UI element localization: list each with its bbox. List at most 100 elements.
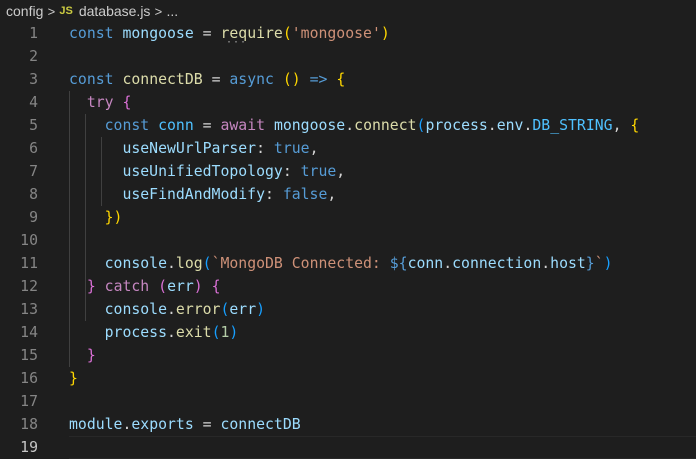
code-token: async [229, 71, 274, 88]
code-line[interactable]: 4 try { [0, 91, 696, 114]
code-text: } catch (err) { [69, 275, 221, 298]
code-token: mongoose [273, 117, 346, 134]
breadcrumb-folder[interactable]: config [0, 3, 43, 19]
breadcrumb-symbols[interactable]: ... [166, 3, 178, 19]
code-token: exports [131, 416, 194, 433]
code-line[interactable]: 9 }) [0, 206, 696, 229]
line-number: 9 [29, 209, 38, 226]
code-token: ` [594, 255, 604, 272]
line-number: 3 [29, 71, 38, 88]
code-token: module [69, 416, 123, 433]
code-line[interactable]: 12 } catch (err) { [0, 275, 696, 298]
code-line[interactable]: 7 useUnifiedTopology: true, [0, 160, 696, 183]
breadcrumb: config > JS database.js > ... [0, 0, 696, 22]
code-token: . [541, 255, 551, 272]
code-token: = [202, 71, 230, 88]
code-token: connect [354, 117, 417, 134]
code-line[interactable]: 18 module.exports = connectDB [0, 413, 696, 436]
breadcrumb-file[interactable]: JS database.js [59, 3, 150, 19]
code-token: ) [603, 255, 613, 272]
code-token: ) [193, 278, 203, 295]
code-editor[interactable]: ··· 1 const mongoose = require('mongoose'… [0, 22, 696, 459]
code-text: const conn = await mongoose.connect(proc… [69, 114, 640, 137]
line-number: 19 [20, 439, 38, 456]
code-line[interactable]: 13 console.error(err) [0, 298, 696, 321]
line-number: 1 [29, 25, 38, 42]
code-token: } [585, 255, 595, 272]
breadcrumb-file-label: database.js [78, 3, 151, 19]
code-token: exit [175, 324, 212, 341]
chevron-right-icon: > [154, 3, 163, 19]
code-text: } [69, 344, 96, 367]
code-token: log [175, 255, 203, 272]
code-token: , [336, 163, 346, 180]
code-line[interactable]: 14 process.exit(1) [0, 321, 696, 344]
code-line[interactable]: 19 [0, 436, 696, 459]
line-number: 4 [29, 94, 38, 111]
code-line[interactable]: 5 const conn = await mongoose.connect(pr… [0, 114, 696, 137]
code-line[interactable]: 17 [0, 390, 696, 413]
code-token: connectDB [220, 416, 301, 433]
code-line[interactable]: 6 useNewUrlParser: true, [0, 137, 696, 160]
code-token: connectDB [122, 71, 203, 88]
code-token: } [86, 278, 96, 295]
code-line[interactable]: 3 const connectDB = async () => { [0, 68, 696, 91]
code-token: ( [158, 278, 168, 295]
code-token: env [496, 117, 524, 134]
line-number: 11 [20, 255, 38, 272]
code-line[interactable]: 15 } [0, 344, 696, 367]
code-token: const [69, 71, 114, 88]
code-line[interactable]: 10 [0, 229, 696, 252]
code-token: await [220, 117, 266, 134]
code-token: = [193, 117, 221, 134]
code-text: console.log(`MongoDB Connected: ${conn.c… [69, 252, 613, 275]
code-token: }) [104, 209, 123, 226]
line-number: 5 [29, 117, 38, 134]
code-token: const [69, 25, 114, 42]
code-token: 'mongoose' [291, 25, 381, 42]
line-number: 18 [20, 416, 38, 433]
code-token: conn [407, 255, 444, 272]
code-token: true [300, 163, 337, 180]
code-line[interactable]: 16} [0, 367, 696, 390]
code-line[interactable]: 2 [0, 45, 696, 68]
code-token: mongoose [122, 25, 194, 42]
code-token: , [309, 140, 319, 157]
code-token: const [104, 117, 150, 134]
code-line[interactable]: 1 const mongoose = require('mongoose') [0, 22, 696, 45]
code-token: . [167, 255, 176, 272]
code-token: process [425, 117, 488, 134]
code-text: process.exit(1) [69, 321, 239, 344]
code-token: ${ [389, 255, 408, 272]
code-token: , [612, 117, 631, 134]
code-token: conn [158, 117, 194, 134]
code-token: DB_STRING [532, 117, 613, 134]
breadcrumb-ellipsis: ... [166, 3, 179, 19]
code-token: . [487, 117, 497, 134]
code-token: , [327, 186, 337, 203]
code-token: err [229, 301, 257, 318]
code-token: true [273, 140, 310, 157]
code-text: console.error(err) [69, 298, 265, 321]
code-token: ) [380, 25, 390, 42]
code-text: const connectDB = async () => { [69, 68, 345, 91]
code-token: ( [282, 25, 292, 42]
code-token: } [69, 370, 78, 387]
code-line[interactable]: 8 useFindAndModify: false, [0, 183, 696, 206]
code-token: connection [452, 255, 542, 272]
code-line[interactable]: 11 console.log(`MongoDB Connected: ${con… [0, 252, 696, 275]
code-token: : [256, 140, 274, 157]
code-token: useFindAndModify [122, 186, 265, 203]
code-token: : [282, 163, 301, 180]
